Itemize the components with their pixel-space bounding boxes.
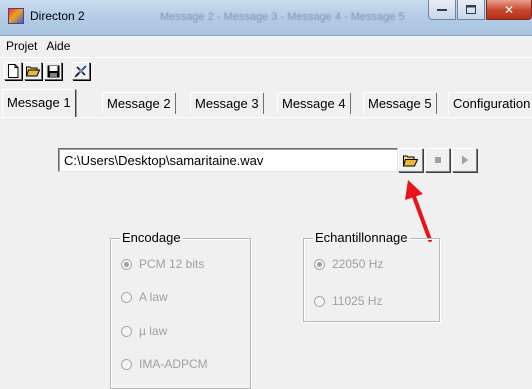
tab-message-2[interactable]: Message 2 (102, 92, 176, 114)
radio-indicator (314, 258, 325, 270)
tab-configuration[interactable]: Configuration (448, 92, 532, 114)
file-path-field[interactable]: C:\Users\Desktop\samaritaine.wav (58, 148, 398, 172)
menu-projet[interactable]: Projet (6, 39, 37, 53)
radio-label: A law (139, 290, 168, 304)
window-title: Directon 2 (30, 9, 85, 23)
menu-aide[interactable]: Aide (46, 39, 70, 53)
close-button[interactable]: ✕ (486, 0, 532, 20)
stop-button[interactable] (425, 148, 450, 172)
play-icon (461, 155, 468, 165)
radio-mu-law[interactable]: µ law (121, 324, 167, 338)
radio-indicator (314, 295, 325, 307)
encodage-group: Encodage PCM 12 bits A law µ law IMA-ADP… (110, 230, 251, 389)
radio-a-law[interactable]: A law (121, 290, 168, 304)
app-icon (8, 8, 24, 24)
tab-message-3[interactable]: Message 3 (190, 92, 264, 114)
window-controls: ✕ (427, 0, 532, 22)
tab-strip: Message 1 Message 2 Message 3 Message 4 … (0, 88, 532, 118)
radio-label: µ law (139, 324, 168, 338)
new-button[interactable] (4, 62, 22, 80)
save-button[interactable] (44, 62, 62, 80)
tab-message-4[interactable]: Message 4 (277, 92, 351, 114)
background-window-text: Message 2 - Message 3 - Message 4 - Mess… (160, 11, 405, 23)
echantillonnage-group: Echantillonnage 22050 Hz 11025 Hz (303, 230, 440, 322)
radio-label: 22050 Hz (332, 257, 384, 271)
encodage-title: Encodage (120, 230, 183, 245)
radio-22050-hz[interactable]: 22050 Hz (314, 257, 383, 271)
tab-message-5[interactable]: Message 5 (363, 92, 437, 114)
open-folder-icon (403, 155, 418, 166)
satellite-icon (74, 65, 87, 78)
transmit-button[interactable] (72, 62, 90, 80)
browse-button[interactable] (398, 148, 423, 172)
tab-divider (0, 117, 532, 119)
radio-indicator (121, 258, 132, 270)
stop-icon (434, 157, 441, 163)
open-button[interactable] (24, 62, 42, 80)
radio-indicator (121, 358, 132, 370)
radio-indicator (121, 325, 132, 337)
file-path-text: C:\Users\Desktop\samaritaine.wav (64, 153, 264, 168)
tab-message-1[interactable]: Message 1 (2, 89, 76, 117)
minimize-icon (437, 8, 447, 11)
toolbar (0, 57, 532, 84)
radio-pcm-12-bits[interactable]: PCM 12 bits (121, 257, 204, 271)
echantillonnage-title: Echantillonnage (313, 230, 410, 245)
maximize-button[interactable] (457, 0, 485, 20)
close-icon: ✕ (503, 2, 515, 17)
new-file-icon (8, 64, 19, 78)
title-bar: Directon 2 Message 2 - Message 3 - Messa… (0, 0, 532, 36)
radio-label: IMA-ADPCM (139, 357, 208, 371)
radio-label: PCM 12 bits (139, 257, 205, 271)
radio-indicator (121, 291, 132, 303)
menu-bar: Projet Aide (0, 36, 532, 56)
open-folder-icon (26, 66, 40, 77)
minimize-button[interactable] (428, 0, 456, 20)
maximize-icon (466, 5, 476, 14)
save-icon (47, 65, 59, 77)
radio-11025-hz[interactable]: 11025 Hz (314, 294, 382, 308)
radio-ima-adpcm[interactable]: IMA-ADPCM (121, 357, 208, 371)
play-button[interactable] (452, 148, 477, 172)
radio-label: 11025 Hz (332, 294, 383, 308)
